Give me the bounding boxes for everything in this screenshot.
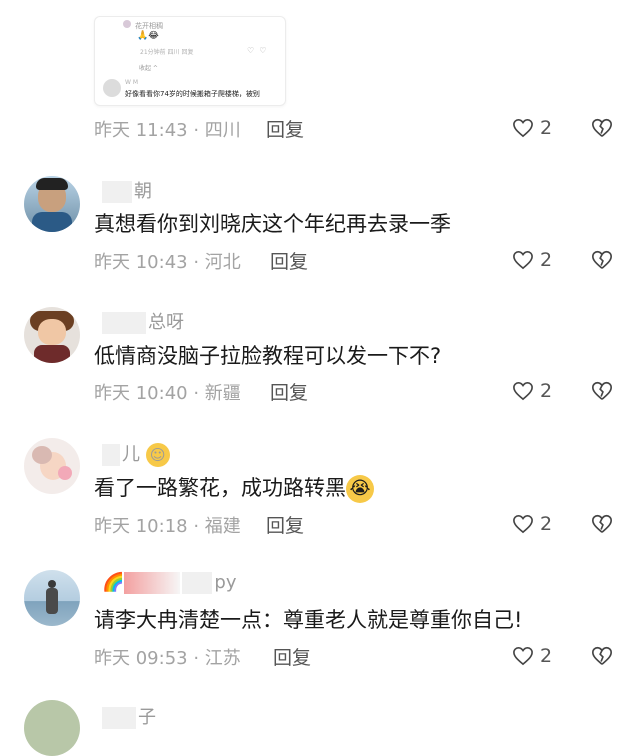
- heart-outline-icon: [513, 118, 533, 138]
- avatar[interactable]: [24, 307, 80, 363]
- username-text: 儿: [122, 444, 140, 465]
- comment-time-location: 昨天 09:53 · 江苏: [94, 648, 241, 669]
- reply-button[interactable]: 回复: [266, 115, 304, 142]
- embed-like-icons: ♡ ♡: [247, 46, 267, 55]
- redacted-block: [182, 572, 213, 594]
- comment-time-location: 昨天 11:43 · 四川: [94, 120, 241, 141]
- heart-outline-icon: [513, 646, 533, 666]
- username[interactable]: 儿 ☺: [102, 440, 170, 467]
- like-count: 2: [540, 117, 553, 139]
- heart-outline-icon: [513, 250, 533, 270]
- broken-heart-icon[interactable]: [591, 645, 613, 667]
- redacted-block: [102, 707, 136, 729]
- username-text: py: [214, 572, 237, 593]
- redacted-block: [102, 181, 132, 203]
- crying-laughing-emoji-icon: 😭: [346, 475, 374, 503]
- avatar[interactable]: [24, 570, 80, 626]
- username[interactable]: 朝: [102, 177, 152, 203]
- like-count: 2: [540, 645, 553, 667]
- username[interactable]: 总呀: [102, 308, 184, 334]
- like-count: 2: [540, 513, 553, 535]
- username-text: 总呀: [148, 312, 184, 333]
- like-button[interactable]: 2: [512, 249, 552, 271]
- like-button[interactable]: 2: [512, 117, 552, 139]
- redacted-block: [124, 572, 181, 594]
- reply-button[interactable]: 回复: [270, 247, 308, 274]
- embed-collapse: 收起 ^: [139, 65, 158, 72]
- embed-username: 花开相稠: [135, 22, 163, 30]
- like-button[interactable]: 2: [512, 513, 552, 535]
- broken-heart-icon[interactable]: [591, 513, 613, 535]
- heart-outline-icon: [513, 514, 533, 534]
- comment-time-location: 昨天 10:40 · 新疆: [94, 383, 241, 404]
- reply-button[interactable]: 回复: [266, 511, 304, 538]
- avatar[interactable]: [24, 438, 80, 494]
- heart-outline-icon: [513, 381, 533, 401]
- rainbow-emoji-icon: 🌈: [102, 572, 125, 593]
- embedded-screenshot[interactable]: 花开相稠 🙏😂 21分钟前 四川 回复 ♡ ♡ 收起 ^ W M 好像看看你74…: [94, 16, 286, 106]
- avatar[interactable]: [24, 176, 80, 232]
- smile-emoji-icon: ☺: [145, 443, 170, 467]
- comment-text: 低情商没脑子拉脸教程可以发一下不?: [94, 344, 442, 368]
- username[interactable]: 子: [102, 703, 156, 729]
- embed-emoji: 🙏😂: [137, 31, 159, 41]
- avatar[interactable]: [24, 700, 80, 756]
- redacted-block: [102, 444, 120, 466]
- username-text: 子: [138, 707, 156, 728]
- embed-reply-user: W M: [125, 79, 139, 86]
- embed-reply-text: 好像看看你74岁的时候搬箱子爬楼梯，被别: [125, 90, 260, 98]
- comment-text: 真想看你到刘晓庆这个年纪再去录一季: [94, 212, 451, 236]
- comment-text: 请李大冉清楚一点：尊重老人就是尊重你自己!: [94, 608, 523, 632]
- like-button[interactable]: 2: [512, 380, 552, 402]
- comment-time-location: 昨天 10:18 · 福建: [94, 516, 241, 537]
- like-count: 2: [540, 380, 553, 402]
- broken-heart-icon[interactable]: [591, 249, 613, 271]
- comment-text: 看了一路繁花，成功路转黑 😭: [94, 472, 374, 503]
- username[interactable]: 🌈 py: [102, 572, 237, 594]
- like-count: 2: [540, 249, 553, 271]
- reply-button[interactable]: 回复: [270, 378, 308, 405]
- embed-avatar: [103, 79, 121, 97]
- comment-time-location: 昨天 10:43 · 河北: [94, 252, 241, 273]
- reply-button[interactable]: 回复: [273, 643, 311, 670]
- comment-text-body: 看了一路繁花，成功路转黑: [94, 476, 346, 500]
- embed-small-avatar: [123, 20, 131, 28]
- broken-heart-icon[interactable]: [591, 380, 613, 402]
- like-button[interactable]: 2: [512, 645, 552, 667]
- username-text: 朝: [134, 181, 152, 202]
- broken-heart-icon[interactable]: [591, 117, 613, 139]
- redacted-block: [102, 312, 146, 334]
- embed-meta: 21分钟前 四川 回复: [140, 49, 194, 56]
